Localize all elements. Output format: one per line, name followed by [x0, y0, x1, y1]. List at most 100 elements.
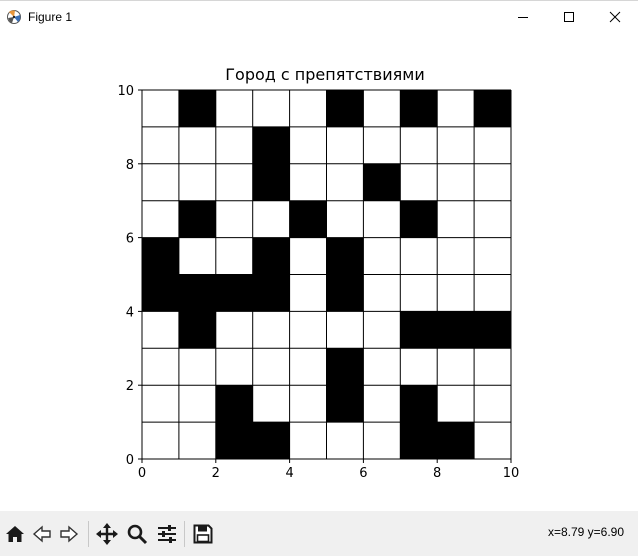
free-cell — [363, 237, 401, 275]
free-cell — [437, 274, 475, 312]
cursor-coordinates: x=8.79 y=6.90 — [547, 525, 624, 539]
obstacle-cell — [289, 200, 327, 238]
forward-button[interactable] — [56, 521, 82, 547]
free-cell — [252, 385, 290, 423]
free-cell — [142, 348, 179, 386]
free-cell — [400, 348, 438, 386]
free-cell — [289, 163, 327, 201]
free-cell — [289, 422, 327, 459]
free-cell — [252, 200, 290, 238]
free-cell — [363, 274, 401, 312]
obstacle-cell — [178, 311, 216, 349]
free-cell — [363, 126, 401, 164]
free-cell — [178, 348, 216, 386]
matplotlib-app-icon — [6, 9, 22, 25]
free-cell — [326, 163, 364, 201]
magnifier-icon — [127, 524, 148, 545]
free-cell — [437, 348, 475, 386]
y-tick-label: 6 — [126, 232, 134, 247]
forward-arrow-icon — [60, 525, 79, 543]
free-cell — [400, 274, 438, 312]
free-cell — [437, 163, 475, 201]
home-button[interactable] — [2, 521, 28, 547]
obstacle-cell — [326, 274, 364, 312]
free-cell — [142, 200, 179, 238]
free-cell — [363, 311, 401, 349]
obstacle-cell — [326, 237, 364, 275]
free-cell — [363, 385, 401, 423]
free-cell — [363, 348, 401, 386]
maximize-button[interactable] — [546, 1, 592, 33]
back-button[interactable] — [29, 521, 55, 547]
free-cell — [289, 311, 327, 349]
x-tick-label: 4 — [285, 466, 293, 481]
free-cell — [474, 348, 511, 386]
zoom-button[interactable] — [124, 521, 150, 547]
back-arrow-icon — [32, 525, 51, 543]
close-button[interactable] — [592, 1, 638, 33]
toolbar-separator — [88, 521, 89, 547]
free-cell — [289, 237, 327, 275]
free-cell — [326, 422, 364, 459]
obstacle-cell — [178, 274, 216, 312]
free-cell — [142, 126, 179, 164]
free-cell — [178, 237, 216, 275]
free-cell — [178, 385, 216, 423]
obstacle-cell — [252, 237, 290, 275]
free-cell — [178, 126, 216, 164]
pan-button[interactable] — [94, 521, 120, 547]
figure-window: Figure 1 Город с препятствиями 0 2 4 6 8 10 0 2… — [0, 0, 638, 556]
free-cell — [215, 348, 253, 386]
free-cell — [400, 126, 438, 164]
obstacle-cell — [252, 163, 290, 201]
x-tick-label: 8 — [433, 466, 441, 481]
free-cell — [215, 237, 253, 275]
free-cell — [289, 90, 327, 127]
floppy-icon — [193, 524, 213, 544]
free-cell — [474, 126, 511, 164]
free-cell — [437, 237, 475, 275]
y-tick-label: 10 — [117, 84, 134, 99]
free-cell — [252, 348, 290, 386]
obstacle-cell — [178, 200, 216, 238]
free-cell — [289, 348, 327, 386]
minimize-button[interactable] — [500, 1, 546, 33]
free-cell — [252, 311, 290, 349]
free-cell — [474, 422, 511, 459]
home-icon — [6, 526, 24, 542]
free-cell — [326, 200, 364, 238]
free-cell — [215, 126, 253, 164]
free-cell — [363, 200, 401, 238]
y-tick-label: 0 — [126, 453, 134, 468]
free-cell — [474, 237, 511, 275]
free-cell — [215, 311, 253, 349]
free-cell — [326, 126, 364, 164]
free-cell — [437, 90, 475, 127]
free-cell — [363, 90, 401, 127]
free-cell — [178, 163, 216, 201]
move-icon — [96, 523, 118, 545]
free-cell — [474, 163, 511, 201]
figure-canvas[interactable]: Город с препятствиями 0 2 4 6 8 10 0 2 4 6 8 10 — [0, 33, 638, 511]
save-button[interactable] — [190, 521, 216, 547]
free-cell — [142, 163, 179, 201]
sliders-icon — [158, 525, 176, 543]
free-cell — [215, 90, 253, 127]
free-cell — [400, 163, 438, 201]
y-tick-label: 2 — [126, 379, 134, 394]
navigation-toolbar: x=8.79 y=6.90 — [0, 511, 638, 556]
free-cell — [289, 126, 327, 164]
obstacle-cell — [178, 90, 216, 127]
plot-svg: Город с препятствиями 0 2 4 6 8 10 0 2 4 6 8 10 — [117, 65, 519, 481]
free-cell — [142, 90, 179, 127]
x-tick-label: 0 — [138, 466, 146, 481]
configure-subplots-button[interactable] — [154, 521, 180, 547]
free-cell — [363, 422, 401, 459]
maximize-icon — [564, 12, 574, 22]
free-cell — [474, 200, 511, 238]
y-tick-label: 8 — [126, 158, 134, 173]
free-cell — [252, 90, 290, 127]
obstacle-cell — [400, 385, 438, 423]
obstacle-cell — [252, 422, 290, 459]
obstacle-cell — [252, 274, 290, 312]
